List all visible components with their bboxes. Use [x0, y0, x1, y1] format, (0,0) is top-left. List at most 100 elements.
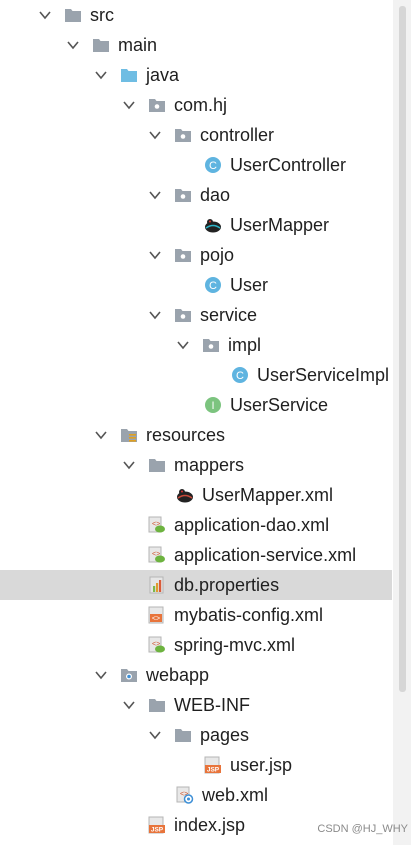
tree-row-label: User: [230, 274, 269, 295]
svg-text:C: C: [209, 280, 217, 292]
svg-text:JSP: JSP: [207, 767, 220, 774]
svg-text:C: C: [209, 160, 217, 172]
tree-row-label: UserController: [230, 154, 347, 175]
tree-row-label: pojo: [200, 244, 235, 265]
tree-row-service[interactable]: service: [0, 300, 392, 330]
tree-row-label: application-dao.xml: [174, 514, 330, 535]
tree-row-user-controller[interactable]: C UserController: [0, 150, 392, 180]
package-icon: [174, 186, 192, 204]
tree-row-label: UserMapper: [230, 214, 330, 235]
chevron-down-icon[interactable]: [94, 668, 108, 682]
chevron-down-icon[interactable]: [66, 38, 80, 52]
properties-icon: [148, 576, 166, 594]
tree-row-web-xml[interactable]: <> web.xml: [0, 780, 392, 810]
tree-row-main[interactable]: main: [0, 30, 392, 60]
interface-icon: I: [204, 396, 222, 414]
tree-row-label: spring-mvc.xml: [174, 634, 296, 655]
tree-row-label: dao: [200, 184, 231, 205]
tree-row-label: mappers: [174, 454, 245, 475]
svg-text:JSP: JSP: [151, 827, 164, 834]
chevron-down-icon[interactable]: [148, 728, 162, 742]
jsp-icon: JSP: [148, 816, 166, 834]
spring-xml-icon: <>: [148, 636, 166, 654]
chevron-down-icon[interactable]: [148, 248, 162, 262]
jsp-icon: JSP: [204, 756, 222, 774]
chevron-down-icon[interactable]: [122, 698, 136, 712]
tree-row-label: user.jsp: [230, 754, 293, 775]
tree-row-user-mapper-xml[interactable]: UserMapper.xml: [0, 480, 392, 510]
class-icon: C: [204, 156, 222, 174]
web-xml-icon: <>: [176, 786, 194, 804]
tree-row-com-hj[interactable]: com.hj: [0, 90, 392, 120]
tree-row-label: service: [200, 304, 258, 325]
folder-icon: [148, 696, 166, 714]
tree-row-user-service-impl[interactable]: C UserServiceImpl: [0, 360, 392, 390]
mybatis-mapper-icon: [204, 216, 222, 234]
tree-row-controller[interactable]: controller: [0, 120, 392, 150]
chevron-down-icon[interactable]: [122, 98, 136, 112]
tree-row-label: UserServiceImpl: [257, 364, 390, 385]
vertical-scrollbar-thumb[interactable]: [399, 6, 406, 692]
tree-row-user[interactable]: C User: [0, 270, 392, 300]
folder-icon: [174, 726, 192, 744]
svg-text:C: C: [236, 370, 244, 382]
tree-row-label: UserMapper.xml: [202, 484, 334, 505]
mybatis-xml-icon: [176, 486, 194, 504]
tree-row-label: web.xml: [202, 784, 269, 805]
watermark: CSDN @HJ_WHY: [317, 823, 408, 835]
tree-row-label: WEB-INF: [174, 694, 250, 715]
tree-row-application-service-xml[interactable]: <> application-service.xml: [0, 540, 392, 570]
tree-row-label: db.properties: [174, 574, 280, 595]
tree-row-resources[interactable]: resources: [0, 420, 392, 450]
chevron-down-icon[interactable]: [176, 338, 190, 352]
project-tree: src main java com.hj controller C UserCo…: [0, 0, 392, 845]
xml-icon: <>: [148, 606, 166, 624]
tree-row-label: resources: [146, 424, 226, 445]
svg-text:I: I: [211, 400, 214, 412]
tree-row-label: controller: [200, 124, 275, 145]
tree-row-user-mapper[interactable]: UserMapper: [0, 210, 392, 240]
chevron-down-icon[interactable]: [148, 128, 162, 142]
resources-folder-icon: [120, 426, 138, 444]
chevron-down-icon[interactable]: [148, 188, 162, 202]
tree-row-pages[interactable]: pages: [0, 720, 392, 750]
svg-text:<>: <>: [152, 616, 160, 623]
chevron-down-icon[interactable]: [94, 428, 108, 442]
tree-row-impl[interactable]: impl: [0, 330, 392, 360]
chevron-down-icon[interactable]: [122, 458, 136, 472]
chevron-down-icon[interactable]: [38, 8, 52, 22]
tree-row-label: webapp: [146, 664, 210, 685]
tree-row-mybatis-config-xml[interactable]: <> mybatis-config.xml: [0, 600, 392, 630]
tree-row-label: pages: [200, 724, 250, 745]
chevron-down-icon[interactable]: [94, 68, 108, 82]
tree-row-db-properties[interactable]: db.properties: [0, 570, 392, 600]
tree-row-dao[interactable]: dao: [0, 180, 392, 210]
tree-row-spring-mvc-xml[interactable]: <> spring-mvc.xml: [0, 630, 392, 660]
spring-xml-icon: <>: [148, 546, 166, 564]
tree-row-label: impl: [228, 334, 262, 355]
tree-row-src[interactable]: src: [0, 0, 392, 30]
tree-row-label: main: [118, 34, 158, 55]
folder-icon: [148, 456, 166, 474]
tree-row-mappers[interactable]: mappers: [0, 450, 392, 480]
spring-xml-icon: <>: [148, 516, 166, 534]
tree-row-label: UserService: [230, 394, 329, 415]
tree-row-user-jsp[interactable]: JSP user.jsp: [0, 750, 392, 780]
tree-row-label: application-service.xml: [174, 544, 357, 565]
tree-row-application-dao-xml[interactable]: <> application-dao.xml: [0, 510, 392, 540]
package-icon: [202, 336, 220, 354]
tree-row-web-inf[interactable]: WEB-INF: [0, 690, 392, 720]
package-icon: [174, 306, 192, 324]
chevron-down-icon[interactable]: [148, 308, 162, 322]
web-folder-icon: [120, 666, 138, 684]
tree-row-webapp[interactable]: webapp: [0, 660, 392, 690]
class-icon: C: [204, 276, 222, 294]
tree-row-label: src: [90, 4, 114, 25]
tree-row-user-service[interactable]: I UserService: [0, 390, 392, 420]
tree-row-pojo[interactable]: pojo: [0, 240, 392, 270]
tree-row-label: com.hj: [174, 94, 228, 115]
folder-icon: [92, 36, 110, 54]
tree-row-label: index.jsp: [174, 814, 246, 835]
tree-row-java[interactable]: java: [0, 60, 392, 90]
class-icon: C: [231, 366, 249, 384]
